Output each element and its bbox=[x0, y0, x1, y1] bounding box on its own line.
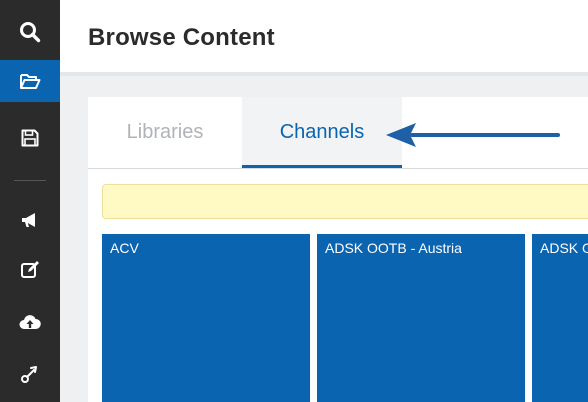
channel-tile-label: ADSK OOTB bbox=[540, 240, 588, 256]
channel-tile-acv[interactable]: ACV bbox=[102, 234, 310, 402]
channel-tile-adsk-ootb-austria[interactable]: ADSK OOTB - Austria bbox=[317, 234, 525, 402]
channel-tile-label: ADSK OOTB - Austria bbox=[325, 240, 462, 256]
sidebar-item-upload[interactable] bbox=[0, 302, 60, 342]
tab-channels[interactable]: Channels bbox=[242, 97, 402, 167]
tab-libraries[interactable]: Libraries bbox=[88, 97, 242, 167]
edit-icon bbox=[21, 261, 39, 278]
page-title: Browse Content bbox=[88, 24, 275, 51]
header: Browse Content bbox=[60, 0, 588, 72]
cloud-upload-icon bbox=[19, 315, 41, 329]
sidebar-item-edit[interactable] bbox=[0, 250, 60, 290]
megaphone-icon bbox=[22, 213, 35, 227]
annotation-arrow-icon bbox=[386, 123, 560, 147]
sidebar-item-search[interactable] bbox=[0, 12, 60, 52]
link-icon bbox=[21, 366, 37, 383]
sidebar-item-save[interactable] bbox=[0, 118, 60, 158]
sidebar-item-browse[interactable] bbox=[0, 60, 60, 102]
tab-bar-divider bbox=[88, 168, 588, 169]
notice-banner bbox=[102, 184, 588, 219]
save-icon bbox=[21, 129, 39, 147]
sidebar bbox=[0, 0, 60, 402]
channel-tile-label: ACV bbox=[110, 240, 139, 256]
folder-open-icon bbox=[20, 74, 41, 89]
search-icon bbox=[20, 22, 41, 43]
sidebar-item-links[interactable] bbox=[0, 354, 60, 394]
sidebar-item-campaigns[interactable] bbox=[0, 200, 60, 240]
channel-tile-adsk-ootb[interactable]: ADSK OOTB bbox=[532, 234, 588, 402]
sidebar-divider bbox=[14, 180, 46, 181]
